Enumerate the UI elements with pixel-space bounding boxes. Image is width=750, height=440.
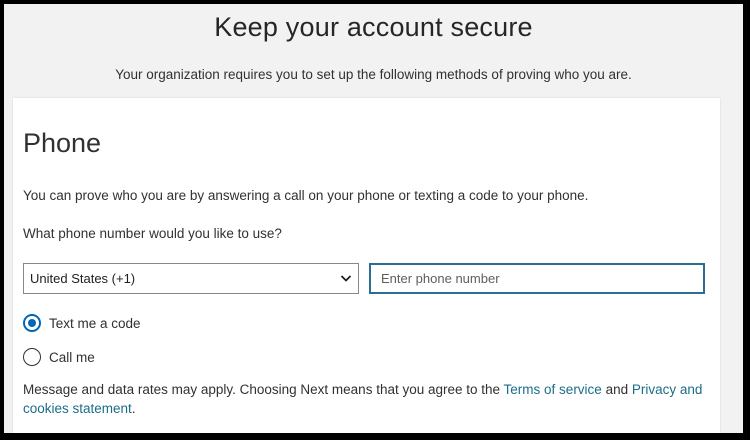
- chevron-down-icon: [340, 275, 352, 282]
- card-description: You can prove who you are by answering a…: [23, 188, 589, 203]
- disclaimer-middle: and: [601, 382, 632, 397]
- country-code-select[interactable]: United States (+1): [23, 263, 359, 294]
- disclaimer-after: .: [131, 401, 136, 416]
- call-me-radio[interactable]: [23, 348, 41, 366]
- phone-question-label: What phone number would you like to use?: [23, 226, 282, 241]
- disclaimer-before: Message and data rates may apply. Choosi…: [23, 382, 504, 397]
- page-subtitle: Your organization requires you to set up…: [115, 67, 632, 82]
- phone-number-placeholder: Enter phone number: [381, 271, 500, 286]
- card-title: Phone: [23, 128, 102, 158]
- phone-method-card: Phone You can prove who you are by answe…: [13, 98, 720, 433]
- option-call-me[interactable]: Call me: [23, 346, 95, 368]
- phone-number-input[interactable]: Enter phone number: [369, 263, 705, 294]
- terms-of-service-link[interactable]: Terms of service: [504, 382, 602, 397]
- option-text-me-a-code[interactable]: Text me a code: [23, 312, 141, 334]
- disclaimer-text: Message and data rates may apply. Choosi…: [23, 380, 713, 418]
- call-me-label[interactable]: Call me: [49, 350, 95, 365]
- text-code-radio[interactable]: [23, 314, 41, 332]
- window-frame: Keep your account secure Your organizati…: [0, 0, 750, 440]
- page-title: Keep your account secure: [214, 12, 533, 42]
- country-code-selected: United States (+1): [30, 271, 136, 286]
- text-code-label[interactable]: Text me a code: [49, 316, 141, 331]
